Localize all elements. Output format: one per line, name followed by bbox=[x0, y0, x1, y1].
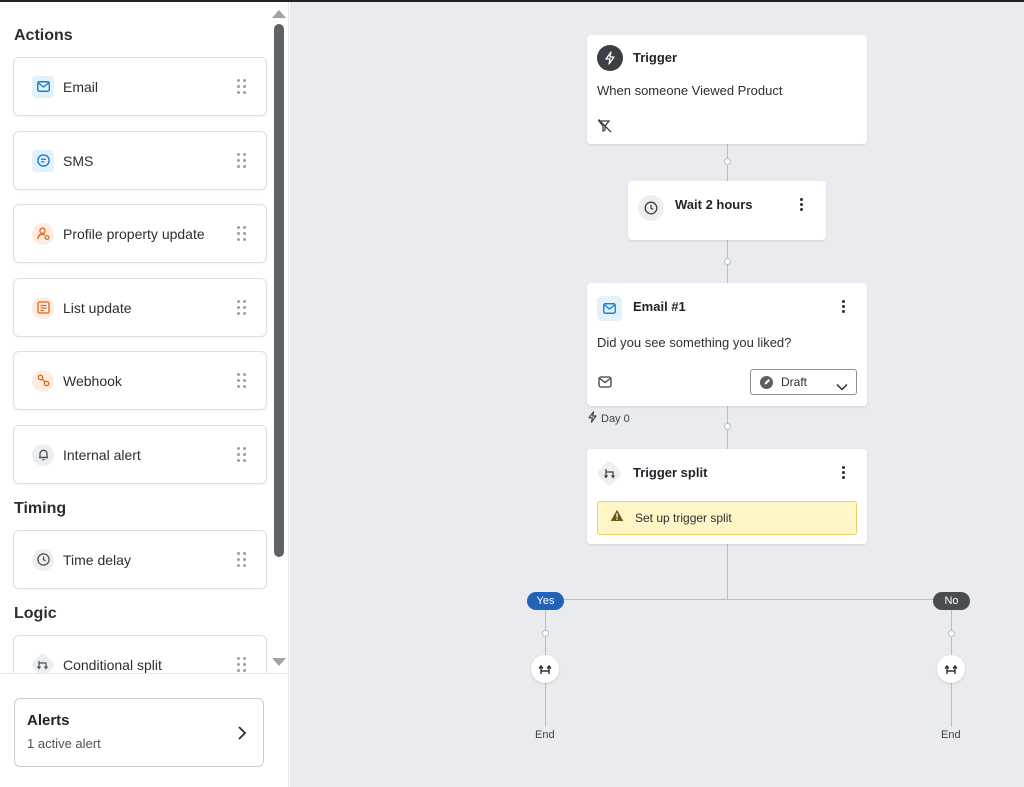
more-options-icon[interactable] bbox=[842, 300, 846, 314]
split-icon bbox=[30, 651, 56, 673]
status-dropdown[interactable]: Draft bbox=[750, 369, 857, 395]
sidebar-item-time-delay[interactable]: Time delay bbox=[13, 530, 267, 589]
email-node[interactable]: Email #1 Did you see something you liked… bbox=[587, 283, 867, 406]
email-title: Email #1 bbox=[633, 299, 686, 314]
connector-dot[interactable] bbox=[724, 258, 731, 265]
sidebar-item-label: Email bbox=[63, 78, 99, 95]
drag-handle-icon[interactable] bbox=[237, 300, 247, 316]
email-subject: Did you see something you liked? bbox=[597, 335, 792, 350]
lightning-icon bbox=[587, 410, 598, 428]
top-border bbox=[0, 0, 1024, 2]
drag-handle-icon[interactable] bbox=[237, 373, 247, 389]
lightning-icon bbox=[597, 45, 623, 71]
sidebar-item-label: Profile property update bbox=[63, 225, 205, 242]
drag-handle-icon[interactable] bbox=[237, 657, 247, 673]
day-label: Day 0 bbox=[601, 413, 630, 425]
connector-dot[interactable] bbox=[948, 630, 955, 637]
status-label: Draft bbox=[781, 375, 808, 389]
section-title-logic: Logic bbox=[14, 605, 57, 622]
alerts-panel[interactable]: Alerts 1 active alert bbox=[14, 698, 264, 767]
drag-handle-icon[interactable] bbox=[237, 226, 247, 242]
no-branch-pill[interactable]: No bbox=[933, 592, 970, 610]
list-icon bbox=[32, 296, 54, 319]
section-title-actions: Actions bbox=[14, 27, 73, 44]
sidebar-item-sms[interactable]: SMS bbox=[13, 131, 267, 190]
alerts-subtitle: 1 active alert bbox=[27, 736, 101, 751]
bell-icon bbox=[32, 443, 54, 466]
draft-status-icon bbox=[760, 375, 773, 389]
drag-handle-icon[interactable] bbox=[237, 447, 247, 463]
more-options-icon[interactable] bbox=[800, 198, 804, 212]
more-options-icon[interactable] bbox=[842, 466, 846, 480]
sidebar-item-label: List update bbox=[63, 299, 132, 316]
trigger-split-node[interactable]: Trigger split Set up trigger split bbox=[587, 449, 867, 544]
scrollbar-thumb[interactable] bbox=[274, 24, 284, 557]
connector-line bbox=[727, 544, 728, 600]
wait-node[interactable]: Wait 2 hours bbox=[628, 181, 826, 240]
sidebar-item-label: Internal alert bbox=[63, 446, 141, 463]
end-label: End bbox=[535, 729, 555, 741]
end-label: End bbox=[941, 729, 961, 741]
end-node-icon[interactable] bbox=[937, 655, 965, 683]
envelope-icon bbox=[597, 296, 622, 321]
drag-handle-icon[interactable] bbox=[237, 153, 247, 169]
drag-handle-icon[interactable] bbox=[237, 552, 247, 568]
chevron-down-icon bbox=[836, 378, 848, 396]
sidebar-item-label: Conditional split bbox=[63, 656, 162, 673]
flow-canvas[interactable]: Trigger When someone Viewed Product Wait… bbox=[290, 2, 1024, 787]
envelope-icon bbox=[32, 75, 54, 98]
sidebar-item-webhook[interactable]: Webhook bbox=[13, 351, 267, 410]
clock-icon bbox=[638, 195, 664, 221]
day-indicator: Day 0 bbox=[587, 410, 630, 428]
connector-dot[interactable] bbox=[724, 158, 731, 165]
sidebar-item-conditional-split[interactable]: Conditional split bbox=[13, 635, 267, 673]
sidebar-item-email[interactable]: Email bbox=[13, 57, 267, 116]
sidebar-scroll-area[interactable]: Actions Email SMS Profile property updat… bbox=[0, 2, 289, 673]
webhook-icon bbox=[32, 369, 54, 392]
sidebar-item-label: Webhook bbox=[63, 372, 122, 389]
yes-branch-pill[interactable]: Yes bbox=[527, 592, 564, 610]
alerts-title: Alerts bbox=[27, 712, 70, 729]
section-title-timing: Timing bbox=[14, 500, 67, 517]
connector-dot[interactable] bbox=[542, 630, 549, 637]
split-icon bbox=[603, 467, 616, 485]
sidebar-item-internal-alert[interactable]: Internal alert bbox=[13, 425, 267, 484]
chevron-right-icon bbox=[237, 725, 247, 741]
warning-icon bbox=[610, 509, 624, 527]
scroll-up-arrow-icon[interactable] bbox=[272, 10, 286, 18]
divider bbox=[0, 673, 289, 674]
warning-text: Set up trigger split bbox=[635, 511, 732, 525]
sidebar: Actions Email SMS Profile property updat… bbox=[0, 2, 289, 787]
warning-banner[interactable]: Set up trigger split bbox=[597, 501, 857, 535]
drag-handle-icon[interactable] bbox=[237, 79, 247, 95]
scroll-down-arrow-icon[interactable] bbox=[272, 658, 286, 666]
clock-icon bbox=[32, 548, 54, 571]
sidebar-item-profile-property-update[interactable]: Profile property update bbox=[13, 204, 267, 263]
trigger-description: When someone Viewed Product bbox=[597, 83, 783, 98]
email-preview-icon bbox=[598, 375, 612, 394]
split-title: Trigger split bbox=[633, 465, 708, 480]
end-node-icon[interactable] bbox=[531, 655, 559, 683]
wait-title: Wait 2 hours bbox=[675, 197, 753, 212]
sidebar-item-label: Time delay bbox=[63, 551, 131, 568]
branch-line bbox=[545, 599, 951, 600]
trigger-title: Trigger bbox=[633, 50, 678, 65]
filter-off-icon bbox=[597, 118, 613, 139]
trigger-node[interactable]: Trigger When someone Viewed Product bbox=[587, 35, 867, 144]
connector-dot[interactable] bbox=[724, 423, 731, 430]
sidebar-item-list-update[interactable]: List update bbox=[13, 278, 267, 337]
sms-icon bbox=[32, 149, 54, 172]
sidebar-item-label: SMS bbox=[63, 152, 94, 169]
profile-edit-icon bbox=[32, 222, 54, 245]
